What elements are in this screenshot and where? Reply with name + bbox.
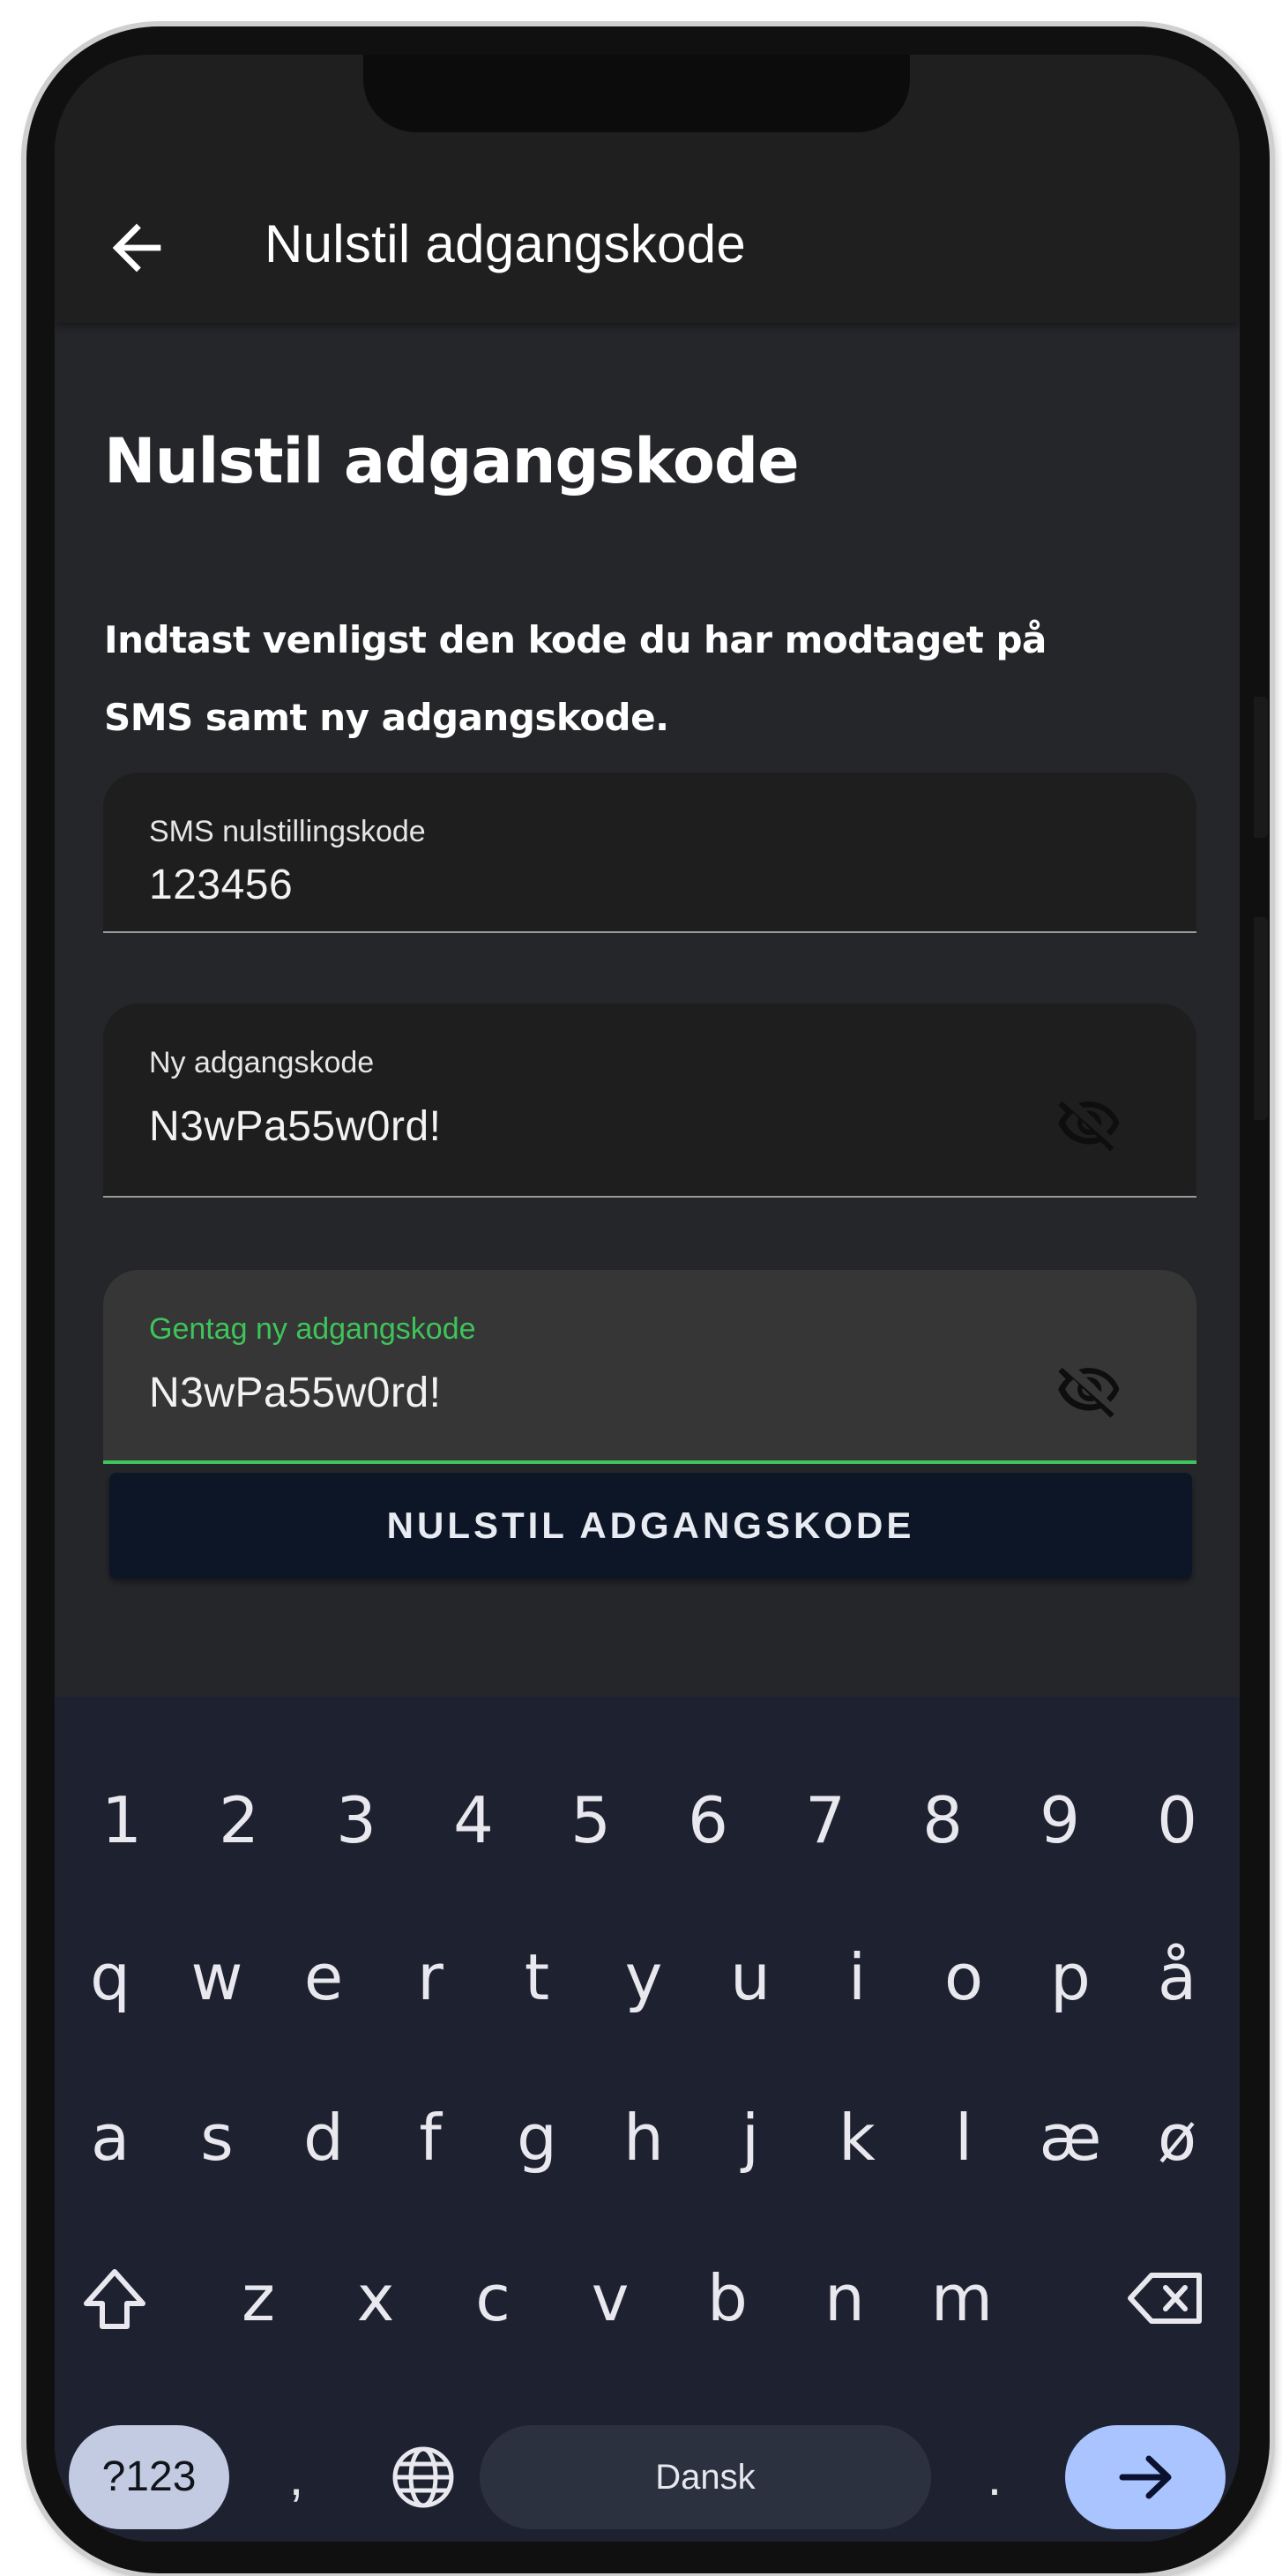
new-password-field[interactable]: Ny adgangskode N3wPa55w0rd! <box>103 1004 1196 1198</box>
eye-off-icon[interactable] <box>1055 1099 1122 1152</box>
repeat-password-field[interactable]: Gentag ny adgangskode N3wPa55w0rd! <box>103 1270 1196 1464</box>
key-2[interactable]: 2 <box>190 1767 287 1873</box>
sms-code-value[interactable]: 123456 <box>149 861 293 909</box>
page-description: Indtast venligst den kode du har modtage… <box>104 618 1047 739</box>
sms-code-field[interactable]: SMS nulstillingskode 123456 <box>103 773 1196 933</box>
key-7[interactable]: 7 <box>777 1767 874 1873</box>
key-1[interactable]: 1 <box>73 1767 170 1873</box>
page-title: Nulstil adgangskode <box>104 425 800 497</box>
key-c[interactable]: c <box>444 2245 541 2351</box>
key-y[interactable]: y <box>595 1924 692 2030</box>
key-t[interactable]: t <box>488 1924 585 2030</box>
key-e[interactable]: e <box>275 1924 372 2030</box>
key-o-slash[interactable]: ø <box>1129 2085 1226 2191</box>
backspace-icon[interactable] <box>1116 2245 1222 2351</box>
key-b[interactable]: b <box>679 2245 776 2351</box>
symbols-key[interactable]: ?123 <box>69 2425 229 2529</box>
key-i[interactable]: i <box>809 1924 906 2030</box>
key-l[interactable]: l <box>915 2085 1012 2191</box>
new-password-value[interactable]: N3wPa55w0rd! <box>149 1102 442 1151</box>
comma-key[interactable]: , <box>261 2425 332 2529</box>
key-p[interactable]: p <box>1022 1924 1119 2030</box>
key-h[interactable]: h <box>595 2085 692 2191</box>
reset-password-button[interactable]: NULSTIL ADGANGSKODE <box>109 1473 1192 1579</box>
key-s[interactable]: s <box>168 2085 265 2191</box>
key-j[interactable]: j <box>702 2085 799 2191</box>
key-m[interactable]: m <box>913 2245 1010 2351</box>
arrow-right-icon <box>1119 2455 1172 2499</box>
app-bar-title: Nulstil adgangskode <box>265 214 747 273</box>
key-x[interactable]: x <box>327 2245 424 2351</box>
key-o[interactable]: o <box>915 1924 1012 2030</box>
period-key[interactable]: . <box>959 2425 1030 2529</box>
volume-button <box>1254 697 1268 838</box>
shift-icon[interactable] <box>62 2245 168 2351</box>
key-q[interactable]: q <box>62 1924 159 2030</box>
key-v[interactable]: v <box>562 2245 659 2351</box>
eye-off-icon[interactable] <box>1055 1365 1122 1418</box>
globe-icon[interactable] <box>379 2425 485 2531</box>
screen: Nulstil adgangskode Nulstil adgangskode … <box>55 55 1240 2542</box>
key-ae[interactable]: æ <box>1022 2085 1119 2191</box>
key-8[interactable]: 8 <box>894 1767 991 1873</box>
key-5[interactable]: 5 <box>542 1767 639 1873</box>
new-password-label: Ny adgangskode <box>149 1046 375 1079</box>
key-a-ring[interactable]: å <box>1129 1924 1226 2030</box>
key-w[interactable]: w <box>168 1924 265 2030</box>
enter-key[interactable] <box>1065 2425 1226 2529</box>
key-n[interactable]: n <box>796 2245 893 2351</box>
arrow-left-icon[interactable] <box>101 212 173 284</box>
key-a[interactable]: a <box>62 2085 159 2191</box>
sms-code-label: SMS nulstillingskode <box>149 815 426 848</box>
key-g[interactable]: g <box>488 2085 585 2191</box>
key-4[interactable]: 4 <box>425 1767 522 1873</box>
key-0[interactable]: 0 <box>1129 1767 1226 1873</box>
key-r[interactable]: r <box>382 1924 479 2030</box>
key-6[interactable]: 6 <box>660 1767 757 1873</box>
key-3[interactable]: 3 <box>308 1767 405 1873</box>
onscreen-keyboard: 1 2 3 4 5 6 7 8 9 0 q w e r t y u i o p … <box>55 1697 1240 2542</box>
camera-notch <box>363 55 910 132</box>
key-z[interactable]: z <box>210 2245 307 2351</box>
repeat-password-value[interactable]: N3wPa55w0rd! <box>149 1369 442 1417</box>
power-button <box>1254 917 1268 1120</box>
key-d[interactable]: d <box>275 2085 372 2191</box>
key-9[interactable]: 9 <box>1011 1767 1108 1873</box>
key-f[interactable]: f <box>382 2085 479 2191</box>
repeat-password-label: Gentag ny adgangskode <box>149 1312 476 1346</box>
space-key[interactable]: Dansk <box>480 2425 931 2529</box>
key-u[interactable]: u <box>702 1924 799 2030</box>
key-k[interactable]: k <box>809 2085 906 2191</box>
